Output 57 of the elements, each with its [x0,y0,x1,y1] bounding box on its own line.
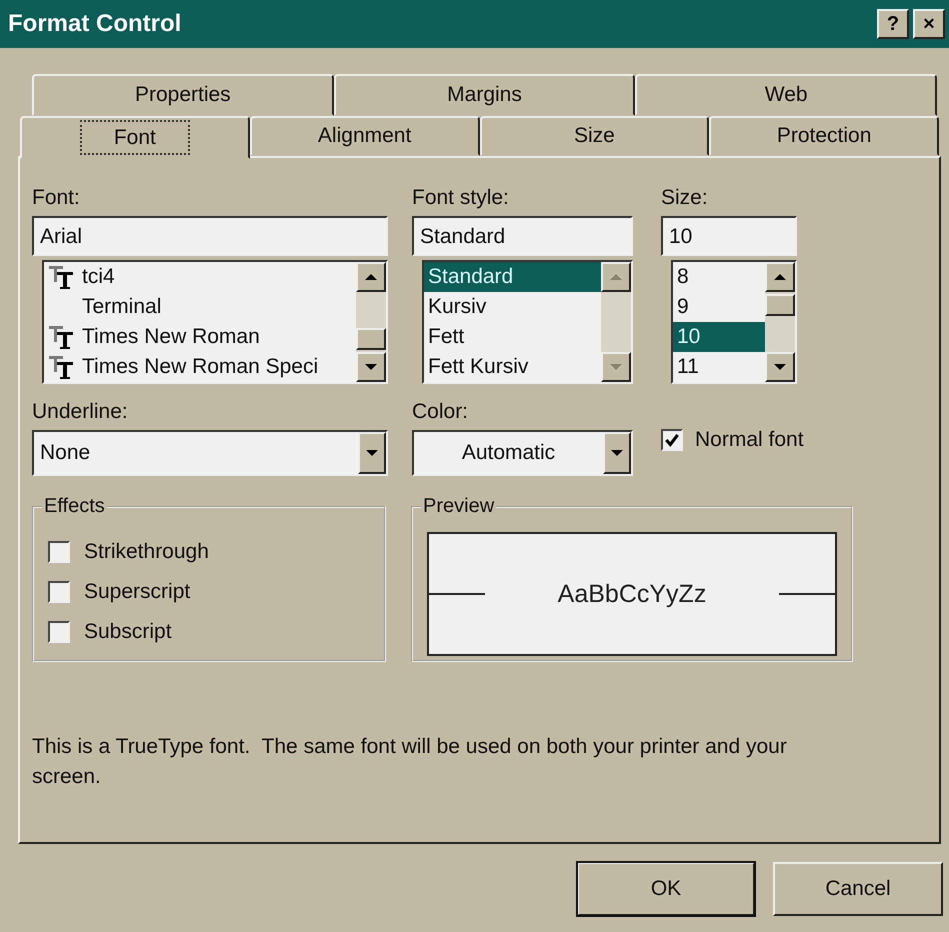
color-dropdown[interactable]: Automatic [412,430,633,476]
field-label: Font: [32,186,81,211]
input-field[interactable]: Standard [412,216,633,256]
list-item[interactable]: Kursiv [424,292,601,322]
checkbox-label[interactable]: Normal font [695,428,804,452]
list-item[interactable]: Terminal [44,292,356,322]
scroll-up-button[interactable] [765,262,795,292]
tab[interactable]: Margins [334,74,636,116]
field-label: Size: [661,186,709,211]
tab[interactable]: Web [635,74,938,116]
list-box[interactable]: 8 9 10 11 [671,260,797,384]
scroll-thumb[interactable] [765,294,795,316]
cancel-button[interactable]: Cancel [773,862,943,916]
input-field[interactable]: 10 [661,216,797,256]
tab[interactable]: Alignment [250,116,480,156]
tab[interactable]: Properties [32,74,334,116]
dropdown-button[interactable] [358,432,386,474]
list-item[interactable]: 10 [673,322,765,352]
scroll-up-button[interactable] [356,262,386,292]
list-item[interactable]: Fett Kursiv [424,352,601,382]
list-item[interactable]: 9 [673,292,765,322]
checkbox-label[interactable]: Subscript [84,620,172,644]
close-button[interactable]: × [913,9,945,39]
scroll-down-button[interactable] [356,352,386,382]
scroll-thumb[interactable] [356,328,386,350]
checkbox[interactable] [48,581,70,603]
tab[interactable]: Size [480,116,710,156]
checkbox[interactable] [661,429,683,451]
description-text: This is a TrueType font. The same font will be used on both your printer and your screen. [32,734,788,790]
checkbox-label[interactable]: Strikethrough [84,540,209,564]
list-box[interactable]: tci4 Terminal Times New Roman Times New Roman Speci [42,260,388,384]
list-item[interactable]: tci4 [44,262,356,292]
tab[interactable]: Protection [709,116,939,156]
list-item[interactable]: 11 [673,352,765,382]
input-field[interactable]: Arial [32,216,388,256]
field-label: Color: [412,400,470,425]
field-label: Font style: [412,186,510,211]
checkbox-label[interactable]: Superscript [84,580,190,604]
tab[interactable]: Font [20,116,250,159]
scroll-down-button[interactable] [765,352,795,382]
window-title: Format Control [8,10,182,38]
list-item[interactable]: Standard [424,262,601,292]
scrollbar[interactable] [356,262,386,382]
checkbox[interactable] [48,541,70,563]
dropdown-button[interactable] [603,432,631,474]
list-item[interactable]: Fett [424,322,601,352]
ok-button[interactable]: OK [577,862,755,916]
list-item[interactable]: Times New Roman [44,322,356,352]
list-item[interactable]: Times New Roman Speci [44,352,356,382]
help-button[interactable]: ? [877,9,909,39]
list-box[interactable]: Standard Kursiv Fett Fett Kursiv [422,260,633,384]
field-label: Underline: [32,400,129,425]
checkbox[interactable] [48,621,70,643]
list-item[interactable]: 8 [673,262,765,292]
scrollbar[interactable] [765,262,795,382]
underline-dropdown[interactable]: None [32,430,388,476]
preview-sample: AaBbCcYyZz [558,580,706,608]
